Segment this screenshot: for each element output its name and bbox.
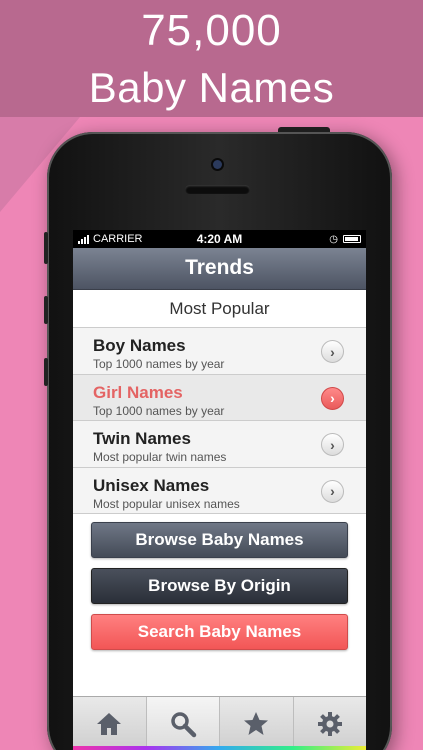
phone-speaker — [185, 185, 250, 194]
section-header: Most Popular — [73, 290, 366, 328]
phone-camera — [213, 160, 222, 169]
browse-baby-names-button[interactable]: Browse Baby Names — [91, 522, 348, 558]
browse-by-origin-button[interactable]: Browse By Origin — [91, 568, 348, 604]
battery-icon — [343, 235, 361, 243]
list-item-boy-names[interactable]: Boy Names Top 1000 names by year › — [73, 328, 366, 375]
gear-icon — [317, 711, 342, 736]
tab-home[interactable] — [73, 697, 147, 750]
nav-title: Trends — [73, 248, 366, 290]
list-item-subtitle: Top 1000 names by year — [93, 357, 225, 371]
list-item-subtitle: Most popular twin names — [93, 450, 227, 464]
tab-settings[interactable] — [294, 697, 367, 750]
list-item-title: Twin Names — [93, 429, 191, 448]
status-bar: CARRIER 4:20 AM ◷ — [73, 230, 366, 248]
list-item-title: Unisex Names — [93, 475, 210, 495]
tab-bar — [73, 696, 366, 750]
decorative-color-bar — [73, 746, 366, 750]
list-item-twin-names[interactable]: Twin Names Most popular twin names › — [73, 421, 366, 468]
app-screen: CARRIER 4:20 AM ◷ Trends Most Popular Bo… — [73, 230, 366, 750]
promo-title: Baby Names — [88, 64, 335, 111]
phone-volume-down — [44, 358, 48, 386]
action-buttons: Browse Baby Names Browse By Origin Searc… — [73, 522, 366, 660]
list-item-title: Boy Names — [93, 336, 186, 355]
list-item-subtitle: Top 1000 names by year — [93, 403, 225, 418]
chevron-right-icon[interactable]: › — [321, 340, 344, 363]
promo-count: 75,000 — [141, 6, 282, 55]
tab-search[interactable] — [146, 697, 220, 750]
home-icon — [97, 712, 122, 735]
status-time: 4:20 AM — [196, 232, 243, 246]
phone-volume-up — [44, 296, 48, 324]
star-icon — [244, 711, 269, 735]
tab-favorites[interactable] — [220, 697, 294, 750]
search-icon — [171, 711, 196, 737]
search-baby-names-button[interactable]: Search Baby Names — [91, 614, 348, 650]
list-item-title: Girl Names — [93, 382, 183, 402]
list-item-unisex-names[interactable]: Unisex Names Most popular unisex names › — [73, 467, 366, 514]
chevron-right-icon[interactable]: › — [321, 479, 344, 503]
list-item-subtitle: Most popular unisex names — [93, 496, 240, 511]
promo-header: 75,000 Baby Names — [0, 0, 423, 117]
chevron-right-icon[interactable]: › — [321, 386, 344, 410]
list-item-girl-names[interactable]: Girl Names Top 1000 names by year › — [73, 374, 366, 421]
phone-mute-switch — [44, 232, 48, 264]
chevron-right-icon[interactable]: › — [321, 433, 344, 456]
